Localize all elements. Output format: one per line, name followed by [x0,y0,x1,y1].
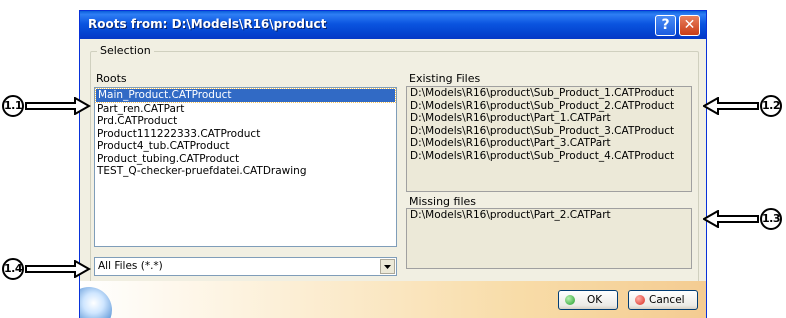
help-button[interactable]: ? [655,15,676,36]
close-button[interactable]: ✕ [679,15,700,36]
green-dot-icon [565,295,575,305]
callout-badge: 1.2 [760,95,782,117]
left-arrow-icon [703,210,759,228]
existing-file-item: D:\Models\R16\product\Sub_Product_4.CATP… [410,149,675,162]
file-filter-value: All Files (*.*) [98,260,163,272]
roots-listbox[interactable]: Main_Product.CATProduct Part_ren.CATPart P… [94,87,397,247]
roots-list-item[interactable]: Main_Product.CATProduct [95,88,396,103]
roots-list-item[interactable]: Prd.CATProduct [95,115,396,128]
file-filter-select[interactable]: All Files (*.*) [94,257,397,276]
missing-files-label: Missing files [409,195,476,208]
roots-list-item[interactable]: Product_tubing.CATProduct [95,153,396,166]
ok-button[interactable]: OK [558,290,618,310]
cancel-button[interactable]: Cancel [628,290,698,310]
existing-files-label: Existing Files [409,72,481,85]
existing-file-item: D:\Models\R16\product\Sub_Product_1.CATP… [410,87,675,99]
callout-badge: 1.3 [760,208,782,230]
roots-label: Roots [96,72,127,85]
cancel-label: Cancel [649,294,685,306]
missing-files-list: D:\Models\R16\product\Part_2.CATPart [406,208,692,269]
ok-label: OK [587,294,603,306]
existing-file-item: D:\Models\R16\product\Sub_Product_3.CATP… [410,124,675,137]
roots-dialog: Roots from: D:\Models\R16\product ? ✕ Se… [79,10,707,318]
right-arrow-icon [25,97,91,115]
existing-file-item: D:\Models\R16\product\Part_3.CATPart [410,137,611,149]
dropdown-button[interactable] [380,259,395,274]
dialog-title: Roots from: D:\Models\R16\product [88,17,327,31]
roots-list-item[interactable]: Part_ren.CATPart [95,103,396,116]
title-bar[interactable]: Roots from: D:\Models\R16\product ? ✕ [80,11,706,39]
red-dot-icon [635,295,645,305]
right-arrow-icon [25,260,91,278]
callout-badge: 1.1 [2,95,24,117]
roots-list-item[interactable]: Product4_tub.CATProduct [95,140,396,153]
callout-badge: 1.4 [2,258,24,280]
existing-file-item: D:\Models\R16\product\Sub_Product_2.CATP… [410,99,675,112]
existing-file-item: D:\Models\R16\product\Part_1.CATPart [410,112,611,124]
selection-legend: Selection [97,44,154,57]
roots-list-item[interactable]: TEST_Q-checker-pruefdatei.CATDrawing [95,165,396,178]
missing-file-item: D:\Models\R16\product\Part_2.CATPart [410,209,611,221]
chevron-down-icon [384,265,391,269]
roots-list-item[interactable]: Product111222333.CATProduct [95,128,396,141]
existing-files-list: D:\Models\R16\product\Sub_Product_1.CATP… [406,86,692,192]
left-arrow-icon [703,97,759,115]
